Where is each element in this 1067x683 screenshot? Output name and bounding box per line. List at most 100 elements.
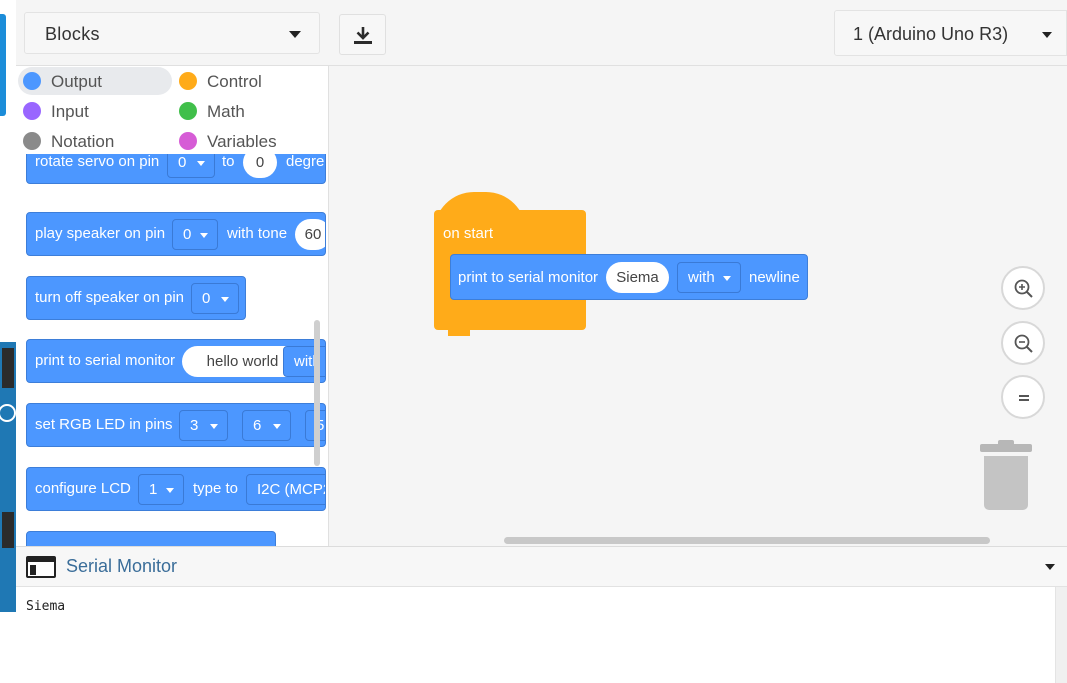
category-label: Output [51,72,103,91]
block-text: type to [193,480,239,497]
download-icon [354,27,372,44]
palette-block-list[interactable]: rotate servo on pin 0 to 0 degre play sp… [16,154,326,546]
block-palette: Output Control Input Math Notation Varia… [16,66,329,546]
dropdown-value: with [688,269,715,286]
category-dot-icon [179,72,197,90]
zoom-reset-button[interactable] [1001,375,1045,419]
board-logo-icon [0,404,16,422]
category-dot-icon [23,72,41,90]
zoom-out-button[interactable] [1001,321,1045,365]
code-mode-select[interactable]: Blocks [24,12,320,54]
dropdown-value: 0 [202,290,211,307]
block-print-serial[interactable]: print to serial monitor hello world with [26,339,326,383]
serial-monitor-title: Serial Monitor [66,556,178,576]
category-dot-icon [179,102,197,120]
pin-dropdown[interactable]: 3 [179,410,228,441]
pin-dropdown[interactable]: 0 [191,283,239,314]
block-rotate-servo[interactable]: rotate servo on pin 0 to 0 degre [26,154,326,184]
category-output[interactable]: Output [18,67,172,95]
tone-input[interactable]: 60 [295,219,325,250]
pin-dropdown[interactable]: 6 [242,410,291,441]
pin-dropdown[interactable]: 0 [167,154,215,178]
palette-scrollbar[interactable] [314,320,320,466]
block-text: print to serial monitor [458,269,599,286]
board-chip [2,348,14,388]
app-root: Blocks 1 (Arduino Uno R3) Output Control [0,0,1067,683]
terminal-window-icon [26,556,56,578]
category-control[interactable]: Control [174,67,314,95]
hat-label: on start [443,225,494,242]
download-button[interactable] [339,14,386,55]
value-input[interactable]: 0 [243,154,277,178]
chevron-down-icon [1042,32,1052,38]
caret-down-icon [723,276,731,281]
category-dot-icon [179,132,197,150]
category-label: Input [51,102,89,121]
block-configure-lcd[interactable]: configure LCD 1 type to I2C (MCP2 [26,467,326,511]
dropdown-value: 6 [253,417,262,434]
newline-dropdown[interactable]: with [677,262,741,293]
block-text: rotate servo on pin [35,154,160,170]
chevron-down-icon [289,31,301,38]
block-text: print to serial monitor [35,352,176,369]
trash-icon[interactable] [980,440,1032,510]
zoom-in-button[interactable] [1001,266,1045,310]
serial-scrollbar[interactable] [1055,587,1067,683]
category-dot-icon [23,132,41,150]
message-input[interactable]: Siema [606,262,669,293]
lcd-number-dropdown[interactable]: 1 [138,474,184,505]
workspace-print-serial-block[interactable]: print to serial monitor Siema with newli… [450,254,808,300]
block-text: play speaker on pin [35,225,166,242]
zoom-reset-icon [1019,395,1029,401]
category-math[interactable]: Math [174,97,314,125]
dropdown-value: I2C (MCP2 [257,481,326,498]
serial-monitor-header[interactable]: Serial Monitor [16,547,1067,587]
category-dot-icon [23,102,41,120]
category-variables[interactable]: Variables [174,127,314,155]
block-turn-off-speaker[interactable]: turn off speaker on pin 0 [26,276,246,320]
block-play-speaker[interactable]: play speaker on pin 0 with tone 60 [26,212,326,256]
zoom-in-icon [1014,279,1033,298]
zoom-out-icon [1014,334,1033,353]
input-value: 60 [304,226,322,243]
trash-can [984,456,1028,510]
background-window-edge [0,0,16,683]
board-select[interactable]: 1 (Arduino Uno R3) [834,10,1067,56]
category-label: Notation [51,132,115,151]
block-text: configure LCD [35,480,131,497]
category-input[interactable]: Input [18,97,172,125]
block-set-rgb-led[interactable]: set RGB LED in pins 3 6 5 [26,403,326,447]
editor-toolbar: Blocks 1 (Arduino Uno R3) [16,0,1067,66]
board-select-label: 1 (Arduino Uno R3) [853,24,1009,44]
category-label: Math [207,102,245,121]
block-text: to [222,154,235,170]
block-text: degre [286,154,325,170]
chevron-down-icon[interactable] [1045,564,1055,570]
arduino-board-image [0,342,16,612]
block-notch [448,330,470,336]
blocks-workspace[interactable]: on start print to serial monitor Siema w… [330,66,1067,546]
block-text: turn off speaker on pin [35,289,184,306]
serial-output: Siema [26,599,66,614]
caret-down-icon [210,424,218,429]
code-mode-label: Blocks [45,24,100,44]
trash-lid [980,444,1032,452]
category-label: Variables [207,132,277,151]
caret-down-icon [273,424,281,429]
block-text: set RGB LED in pins [35,416,173,433]
serial-monitor-panel: Serial Monitor Siema [16,546,1067,683]
block-text: newline [749,269,800,286]
caret-down-icon [200,233,208,238]
workspace-horizontal-scrollbar[interactable] [504,537,990,544]
board-chip [2,512,14,548]
block-partial[interactable] [26,531,276,546]
dropdown-value: 1 [149,481,158,498]
caret-down-icon [166,488,174,493]
input-value: 0 [255,154,265,171]
category-label: Control [207,72,262,91]
dropdown-value: 3 [190,417,199,434]
category-notation[interactable]: Notation [18,127,172,155]
lcd-type-dropdown[interactable]: I2C (MCP2 [246,474,326,505]
pin-dropdown[interactable]: 0 [172,219,218,250]
caret-down-icon [221,297,229,302]
